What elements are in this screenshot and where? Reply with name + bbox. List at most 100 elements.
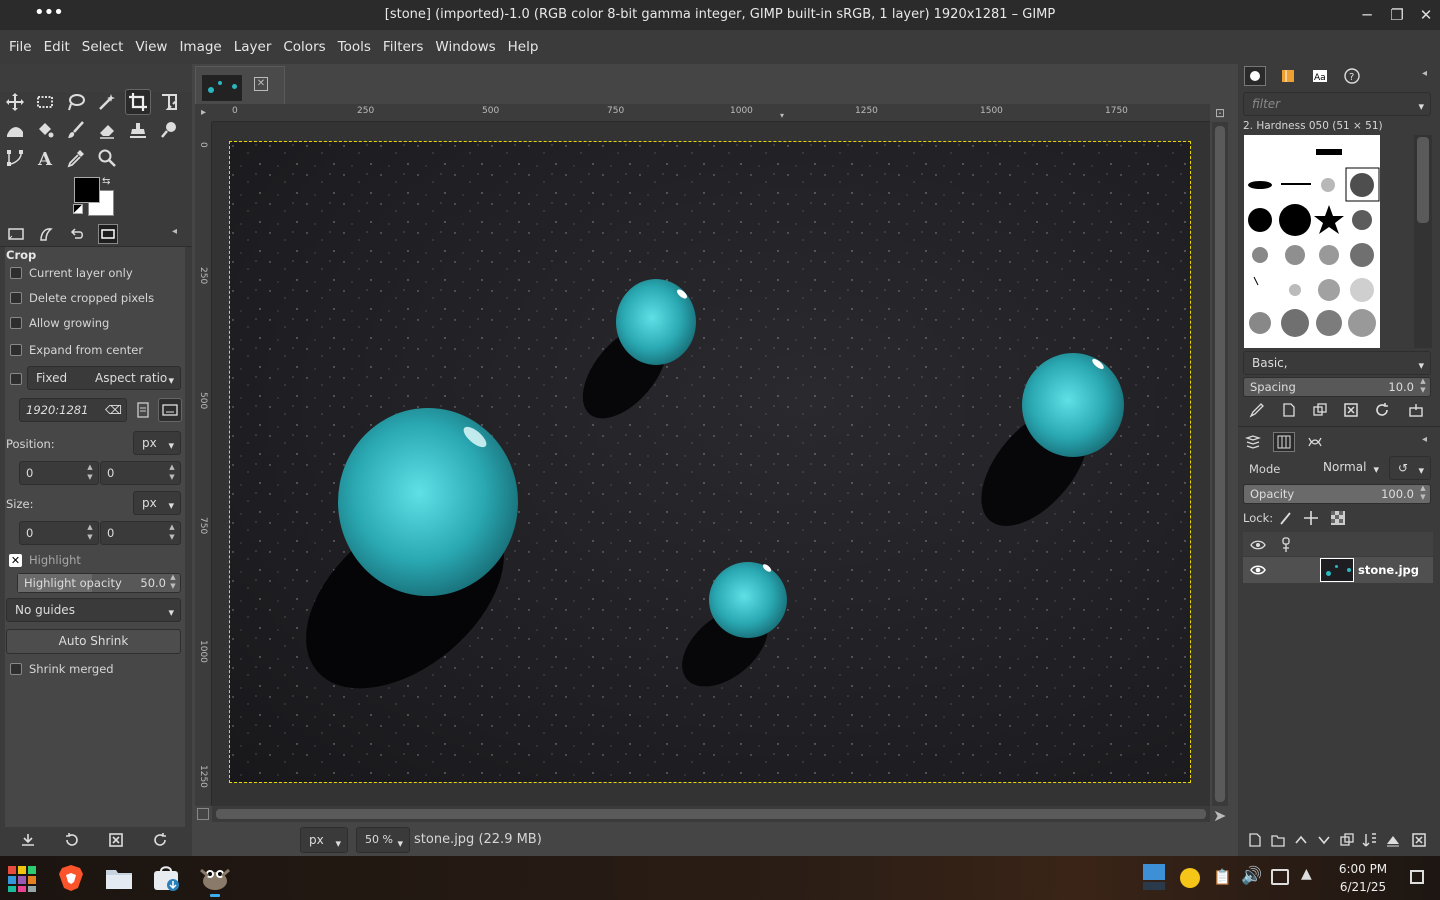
gimp-taskbar-icon[interactable] [198,864,232,897]
help-tab-icon[interactable]: ? [1342,66,1362,86]
menu-image[interactable]: Image [173,39,227,55]
move-tool-icon[interactable] [2,89,28,115]
fonts-tab-icon[interactable]: Aa [1310,66,1330,86]
aspect-ratio-field[interactable]: 1920:1281 ⌫ [19,398,127,422]
volume-icon[interactable]: 🔊 [1241,866,1262,886]
menu-view[interactable]: View [129,39,173,55]
horizontal-scrollbar[interactable] [212,806,1210,822]
delete-cropped-checkbox[interactable] [10,292,22,304]
shrink-merged-checkbox[interactable] [10,663,22,675]
scrollbar-thumb[interactable] [1417,137,1429,223]
default-colors-icon[interactable] [73,204,83,214]
device-status-tab-icon[interactable] [36,224,56,244]
undo-history-tab-icon[interactable] [67,224,87,244]
chain-icon[interactable] [1276,535,1296,555]
eye-icon[interactable] [1248,535,1268,555]
allow-growing-checkbox[interactable] [10,317,22,329]
spacing-slider[interactable]: Spacing 10.0 ▲ ▼ [1243,377,1431,397]
unified-transform-icon[interactable] [156,89,182,115]
landscape-icon[interactable] [158,398,182,422]
configure-tab-icon[interactable]: ◂ [1422,434,1427,445]
rect-select-icon[interactable] [32,89,58,115]
merge-layer-icon[interactable] [1360,830,1380,850]
mode-reset-button[interactable]: ↺ ▾ [1389,456,1431,480]
crop-tool-icon[interactable] [125,89,151,115]
color-picker-icon[interactable] [63,145,89,171]
navigate-icon[interactable] [197,808,209,820]
spin-arrows-icon[interactable]: ▲ ▼ [1417,377,1429,395]
brave-browser-icon[interactable] [56,864,86,892]
menu-select[interactable]: Select [76,39,130,55]
quick-mask-toggle-icon[interactable]: ▸ [195,104,212,122]
unit-combo[interactable]: px ▾ [300,827,348,853]
size-w-field[interactable]: 0 ▲ ▼ [19,521,99,545]
expand-from-center-checkbox[interactable] [10,344,22,356]
new-brush-icon[interactable] [1279,400,1299,420]
close-icon[interactable]: ✕ [1417,6,1435,24]
menu-windows[interactable]: Windows [429,39,501,55]
layers-tab-icon[interactable] [1243,432,1263,452]
display-tray-icon[interactable] [1143,864,1165,890]
clock-date[interactable]: 6/21/25 [1337,880,1389,894]
clock-time[interactable]: 6:00 PM [1337,862,1389,876]
eraser-icon[interactable] [94,117,120,143]
show-hidden-icons[interactable]: ▲ [1301,866,1312,882]
tool-options-tab-icon[interactable] [6,224,26,244]
zoom-fit-icon[interactable]: ⊡ [1212,106,1228,122]
zoom-tool-icon[interactable] [94,145,120,171]
minimize-icon[interactable]: ─ [1358,6,1376,24]
fixed-checkbox[interactable] [10,373,22,385]
storage-icon[interactable] [1271,869,1289,885]
menu-file[interactable]: File [3,39,38,55]
configure-tab-icon[interactable]: ◂ [172,226,177,237]
delete-brush-icon[interactable] [1341,400,1361,420]
highlight-checkbox[interactable]: ✕ [9,554,22,567]
lower-layer-icon[interactable] [1314,830,1334,850]
clear-field-icon[interactable]: ⌫ [105,399,122,421]
start-menu-icon[interactable] [5,862,39,894]
brush-scrollbar[interactable] [1414,135,1432,348]
position-y-field[interactable]: 0 ▲ ▼ [100,461,181,485]
new-layer-group-icon[interactable] [1268,830,1288,850]
mode-combo[interactable]: Normal ▾ [1315,456,1385,480]
foreground-color-swatch[interactable] [74,177,100,203]
spin-arrows-icon[interactable]: ▲ ▼ [166,522,178,544]
paintbrush-icon[interactable] [63,117,89,143]
menu-help[interactable]: Help [502,39,545,55]
size-unit-combo[interactable]: px ▾ [133,491,181,515]
raise-layer-icon[interactable] [1291,830,1311,850]
lasso-icon[interactable] [63,89,89,115]
brushes-tab-icon[interactable] [1244,66,1266,86]
channels-tab-icon[interactable] [1273,432,1295,452]
reset-options-icon[interactable] [150,830,170,850]
position-unit-combo[interactable]: px ▾ [133,431,181,455]
image-canvas[interactable] [229,141,1191,783]
position-x-field[interactable]: 0 ▲ ▼ [19,461,99,485]
swap-colors-icon[interactable]: ⇆ [102,176,110,187]
menu-layer[interactable]: Layer [228,39,278,55]
paths-tab-icon[interactable] [1305,432,1325,452]
spin-arrows-icon[interactable]: ▲ ▼ [84,522,96,544]
zoom-combo[interactable]: 50 % ▾ [356,827,410,853]
highlight-opacity-slider[interactable]: Highlight opacity 50.0 ▲ ▼ [17,573,181,593]
spin-arrows-icon[interactable]: ▲ ▼ [1417,484,1429,502]
paths-icon[interactable] [2,145,28,171]
scrollbar-thumb[interactable] [1215,126,1225,802]
save-options-icon[interactable] [18,830,38,850]
file-manager-icon[interactable] [104,864,134,892]
refresh-brushes-icon[interactable] [1372,400,1392,420]
restore-options-icon[interactable] [62,830,82,850]
spin-arrows-icon[interactable]: ▲ ▼ [84,462,96,484]
clone-icon[interactable] [125,117,151,143]
spin-arrows-icon[interactable]: ▲ ▼ [166,462,178,484]
brush-filter-input[interactable]: filter ▾ [1243,92,1431,116]
close-tab-icon[interactable]: ✕ [254,77,268,91]
layer-mask-icon[interactable] [1383,830,1403,850]
current-layer-only-checkbox[interactable] [10,267,22,279]
show-desktop-icon[interactable] [1410,870,1424,884]
brush-tag-combo[interactable]: Basic, ▾ [1243,351,1431,375]
duplicate-layer-icon[interactable] [1337,830,1357,850]
delete-options-icon[interactable] [106,830,126,850]
scrollbar-thumb[interactable] [216,809,1206,819]
maximize-icon[interactable]: ❐ [1388,6,1406,24]
